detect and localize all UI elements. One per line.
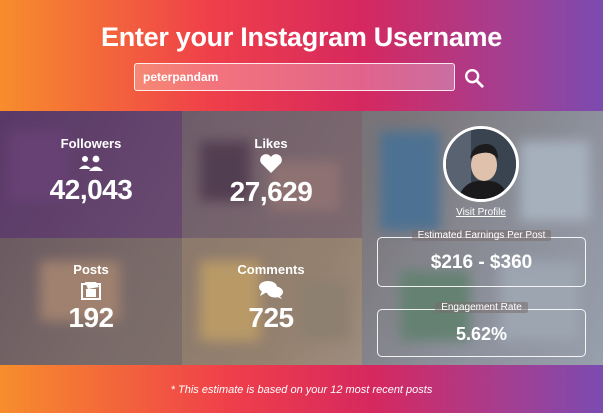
stats-panel: Followers 42,043 Likes 27,629 Posts 192: [0, 111, 603, 365]
page-title: Enter your Instagram Username: [101, 22, 502, 52]
username-input[interactable]: [134, 63, 455, 91]
likes-stat: Likes 27,629: [180, 136, 362, 208]
header: Enter your Instagram Username: [0, 0, 603, 111]
earnings-box: Estimated Earnings Per Post $216 - $360: [377, 230, 586, 287]
likes-label: Likes: [254, 136, 288, 151]
engagement-box: Engagement Rate 5.62%: [377, 302, 586, 357]
earnings-value: $216 - $360: [430, 252, 533, 273]
comments-icon: [259, 281, 283, 299]
posts-label: Posts: [73, 262, 109, 277]
earnings-calculator-card: Enter your Instagram Username Followe: [0, 0, 603, 413]
footer: * This estimate is based on your 12 most…: [0, 365, 603, 413]
search-icon[interactable]: [463, 67, 485, 89]
followers-stat: Followers 42,043: [0, 136, 182, 206]
heart-icon: [260, 154, 282, 173]
posts-stat: Posts 192: [0, 262, 182, 334]
posts-value: 192: [68, 302, 114, 333]
followers-label: Followers: [60, 136, 122, 151]
followers-value: 42,043: [49, 174, 133, 205]
engagement-label: Engagement Rate: [378, 302, 585, 313]
footnote: * This estimate is based on your 12 most…: [170, 384, 433, 396]
users-icon: [79, 155, 103, 171]
comments-stat: Comments 725: [180, 262, 362, 334]
engagement-value: 5.62%: [455, 324, 508, 344]
posts-icon: [81, 282, 101, 300]
comments-value: 725: [248, 302, 294, 333]
avatar[interactable]: [443, 126, 519, 202]
visit-profile-link[interactable]: Visit Profile: [440, 207, 522, 218]
avatar-image: [446, 129, 516, 199]
comments-label: Comments: [237, 262, 305, 277]
earnings-label: Estimated Earnings Per Post: [378, 230, 585, 241]
likes-value: 27,629: [229, 176, 313, 207]
